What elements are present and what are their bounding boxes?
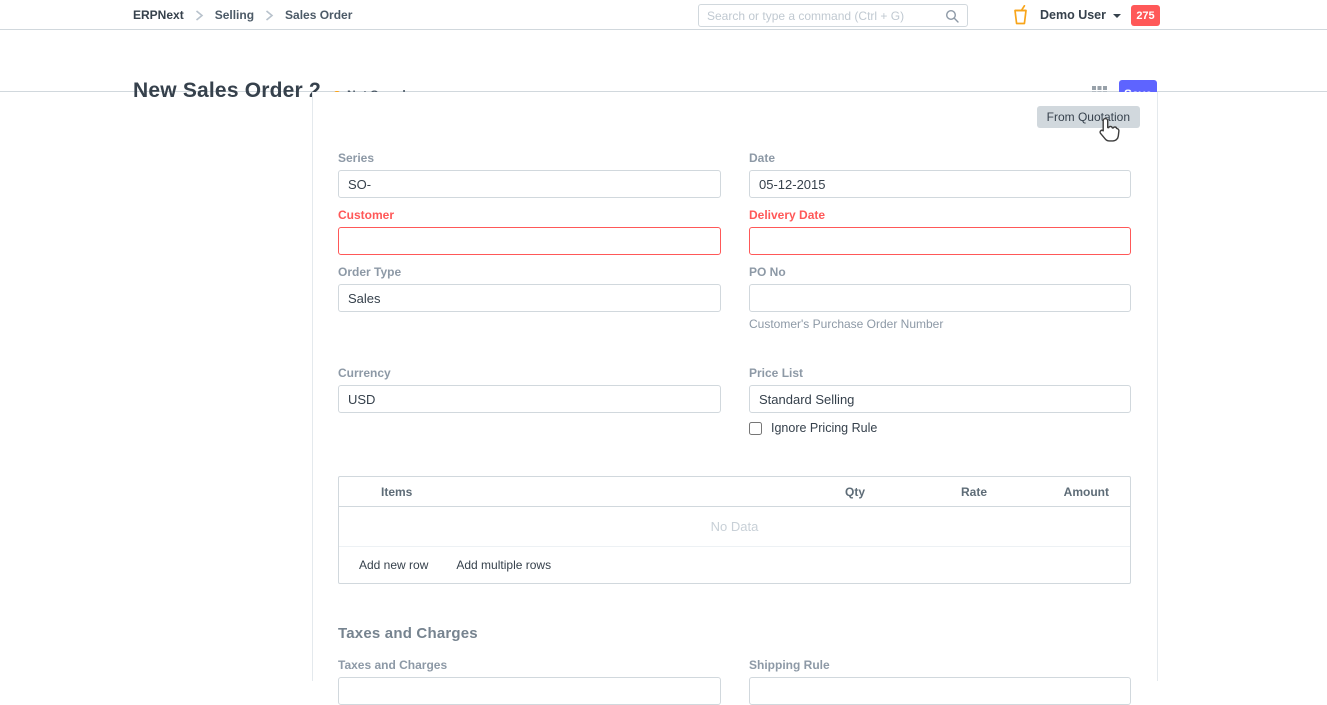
delivery-date-field: Delivery Date <box>749 208 1131 255</box>
date-input[interactable] <box>749 170 1131 198</box>
ignore-pricing-rule-label: Ignore Pricing Rule <box>771 421 877 435</box>
ignore-pricing-rule-field[interactable]: Ignore Pricing Rule <box>749 421 877 435</box>
from-quotation-button[interactable]: From Quotation <box>1037 106 1140 128</box>
currency-input[interactable] <box>338 385 721 413</box>
currency-field: Currency <box>338 366 721 413</box>
date-field: Date <box>749 151 1131 198</box>
date-label: Date <box>749 151 1131 165</box>
price-list-input[interactable] <box>749 385 1131 413</box>
qty-column-header: Qty <box>741 485 865 499</box>
search-input[interactable] <box>707 9 945 23</box>
items-table-header: Items Qty Rate Amount <box>339 477 1130 507</box>
items-table-empty-row: No Data <box>339 507 1130 547</box>
global-search <box>698 4 968 27</box>
shipping-rule-input[interactable] <box>749 677 1131 705</box>
customer-label: Customer <box>338 208 721 222</box>
po-no-label: PO No <box>749 265 1131 279</box>
series-field: Series <box>338 151 721 198</box>
add-multiple-rows-button[interactable]: Add multiple rows <box>456 558 551 572</box>
user-menu[interactable]: Demo User <box>1040 0 1121 30</box>
top-navbar: ERPNext Selling Sales Order Demo User 27… <box>0 0 1327 30</box>
order-type-input[interactable] <box>338 284 721 312</box>
ignore-pricing-rule-checkbox[interactable] <box>749 422 762 435</box>
breadcrumb: ERPNext Selling Sales Order <box>133 0 352 30</box>
series-label: Series <box>338 151 721 165</box>
no-data-text: No Data <box>711 519 759 534</box>
taxes-section-heading: Taxes and Charges <box>338 625 478 642</box>
po-no-help-text: Customer's Purchase Order Number <box>749 317 1131 331</box>
page-title: New Sales Order 2 <box>133 79 321 103</box>
items-table: Items Qty Rate Amount No Data Add new ro… <box>338 476 1131 584</box>
shipping-rule-field: Shipping Rule <box>749 658 1131 705</box>
shipping-rule-label: Shipping Rule <box>749 658 1131 672</box>
breadcrumb-erpnext[interactable]: ERPNext <box>133 8 184 22</box>
delivery-date-input[interactable] <box>749 227 1131 255</box>
taxes-and-charges-input[interactable] <box>338 677 721 705</box>
customer-field: Customer <box>338 208 721 255</box>
customer-input[interactable] <box>338 227 721 255</box>
order-type-field: Order Type <box>338 265 721 312</box>
chevron-right-icon <box>265 10 274 21</box>
add-new-row-button[interactable]: Add new row <box>359 558 428 572</box>
amount-column-header: Amount <box>987 485 1109 499</box>
series-input[interactable] <box>338 170 721 198</box>
price-list-field: Price List <box>749 366 1131 413</box>
order-type-label: Order Type <box>338 265 721 279</box>
items-table-footer: Add new row Add multiple rows <box>339 547 1130 583</box>
chevron-right-icon <box>195 10 204 21</box>
price-list-label: Price List <box>749 366 1131 380</box>
notifications-badge[interactable]: 275 <box>1131 5 1160 26</box>
po-no-input[interactable] <box>749 284 1131 312</box>
taxes-and-charges-label: Taxes and Charges <box>338 658 721 672</box>
page-head: New Sales Order 2 Not Saved Save <box>0 30 1327 92</box>
delivery-date-label: Delivery Date <box>749 208 1131 222</box>
cup-icon[interactable] <box>1013 5 1028 30</box>
items-column-header: Items <box>339 485 741 499</box>
rate-column-header: Rate <box>865 485 987 499</box>
breadcrumb-selling[interactable]: Selling <box>215 8 254 22</box>
po-no-field: PO No Customer's Purchase Order Number <box>749 265 1131 331</box>
form-container: From Quotation Series Date Customer Deli… <box>312 92 1158 681</box>
caret-down-icon <box>1113 14 1121 18</box>
user-menu-label: Demo User <box>1040 8 1106 22</box>
currency-label: Currency <box>338 366 721 380</box>
search-icon[interactable] <box>945 9 959 23</box>
breadcrumb-sales-order[interactable]: Sales Order <box>285 8 352 22</box>
taxes-and-charges-field: Taxes and Charges <box>338 658 721 705</box>
